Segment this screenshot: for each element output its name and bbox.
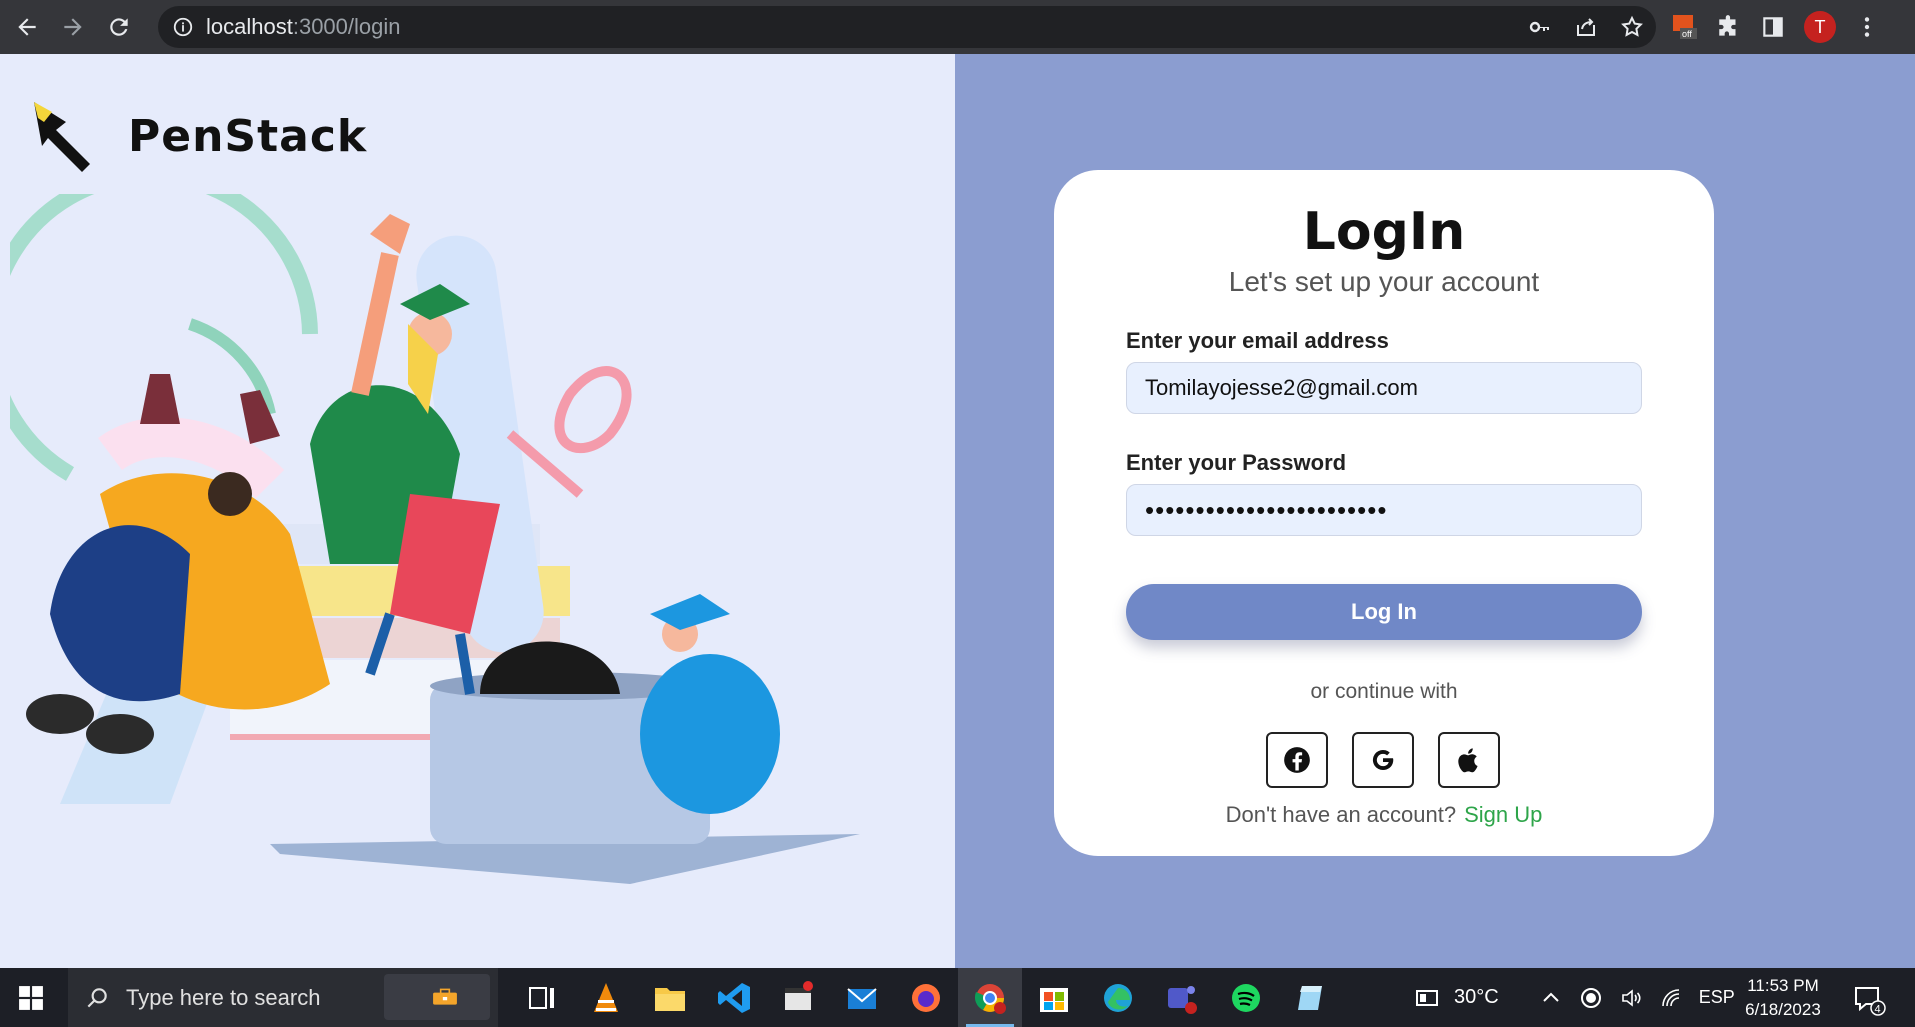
email-label: Enter your email address <box>1126 328 1389 353</box>
notes-icon <box>1298 985 1322 1010</box>
signup-link[interactable]: Sign Up <box>1464 802 1542 827</box>
windows-taskbar: Type here to search 30°C ESP 11:53 PM 6/… <box>0 968 1915 1027</box>
taskbar-search[interactable]: Type here to search <box>68 968 498 1027</box>
facebook-login-button[interactable] <box>1266 732 1328 788</box>
notification-icon[interactable]: 4 <box>1852 982 1886 1016</box>
store-icon <box>1040 987 1068 1012</box>
page-title: LogIn <box>1302 202 1466 262</box>
chrome-icon <box>974 983 1006 1014</box>
folder-icon <box>655 987 685 1011</box>
spotify-icon <box>1232 983 1260 1012</box>
login-card: LogIn Let's set up your account Enter yo… <box>1054 170 1714 856</box>
clock-date: 6/18/2023 <box>1745 1000 1821 1019</box>
edge-app[interactable] <box>1086 968 1150 1027</box>
svg-text:off: off <box>1682 29 1692 39</box>
clapperboard-icon <box>785 980 813 1010</box>
firefox-icon <box>912 983 940 1012</box>
wifi-button[interactable] <box>1659 986 1683 1010</box>
graduation-illustration <box>10 194 860 884</box>
signup-row: Don't have an account? Sign Up <box>1054 802 1714 828</box>
key-icon[interactable] <box>1528 15 1552 39</box>
briefcase-icon <box>433 988 457 1005</box>
tray-overflow-button[interactable] <box>1539 986 1563 1010</box>
share-icon[interactable] <box>1574 15 1598 39</box>
file-explorer-app[interactable] <box>638 968 702 1027</box>
google-icon <box>1372 749 1394 771</box>
vscode-icon <box>718 982 750 1013</box>
google-login-button[interactable] <box>1352 732 1414 788</box>
extensions-puzzle-icon[interactable] <box>1716 14 1742 40</box>
social-login-buttons <box>1266 732 1500 788</box>
spotify-app[interactable] <box>1214 968 1278 1027</box>
penstack-logo-icon <box>34 102 90 172</box>
speaker-icon <box>1621 988 1641 1007</box>
notes-app[interactable] <box>1278 968 1342 1027</box>
chevron-up-icon <box>1542 992 1559 1002</box>
extension-off-icon[interactable]: off <box>1672 14 1698 40</box>
record-button[interactable] <box>1579 986 1603 1010</box>
logo-text: PenStack <box>128 110 368 162</box>
site-info-icon[interactable] <box>172 16 194 38</box>
edge-icon <box>1104 983 1132 1012</box>
search-icon <box>87 987 107 1007</box>
forward-button[interactable] <box>54 8 92 46</box>
no-account-text: Don't have an account? <box>1225 802 1457 827</box>
notification-count: 4 <box>1875 1004 1881 1016</box>
continue-with-text: or continue with <box>1310 680 1458 703</box>
vlc-app[interactable] <box>574 968 638 1027</box>
email-field[interactable]: Tomilayojesse2@gmail.com <box>1126 362 1642 414</box>
password-field[interactable]: •••••••••••••••••••••••• <box>1126 484 1642 536</box>
teams-icon <box>1168 985 1197 1014</box>
weather-temp: 30°C <box>1454 986 1499 1008</box>
volume-button[interactable] <box>1619 986 1643 1010</box>
weather-widget[interactable]: 30°C <box>1410 986 1499 1010</box>
mail-app[interactable] <box>830 968 894 1027</box>
start-button[interactable] <box>0 968 62 1027</box>
arrow-left-icon <box>18 18 36 36</box>
url-text: localhost:3000/login <box>206 14 401 39</box>
search-placeholder: Type here to search <box>126 984 321 1010</box>
clock[interactable]: 11:53 PM 6/18/2023 <box>1728 974 1838 1022</box>
clock-time: 11:53 PM <box>1747 976 1819 995</box>
wifi-icon <box>1661 988 1679 1006</box>
mail-icon <box>847 987 877 1009</box>
firefox-app[interactable] <box>894 968 958 1027</box>
profile-avatar[interactable]: T <box>1804 11 1836 43</box>
illustration-panel: PenStack <box>0 54 955 968</box>
login-button[interactable]: Log In <box>1126 584 1642 640</box>
windows-logo-icon <box>19 985 43 1010</box>
task-view-button[interactable] <box>510 968 574 1027</box>
chrome-app[interactable] <box>958 968 1022 1027</box>
system-tray: 30°C ESP <box>1410 968 1751 1027</box>
reload-icon <box>110 18 128 36</box>
search-highlight[interactable] <box>384 974 490 1020</box>
page-subtitle: Let's set up your account <box>1228 266 1540 297</box>
record-icon <box>1580 987 1601 1008</box>
side-panel-icon[interactable] <box>1760 14 1786 40</box>
vlc-icon <box>594 982 618 1012</box>
brand-logo[interactable]: PenStack <box>30 94 367 178</box>
media-app[interactable] <box>766 968 830 1027</box>
browser-toolbar: localhost:3000/login off T <box>0 0 1915 54</box>
kebab-menu-icon[interactable] <box>1854 14 1880 40</box>
task-view-icon <box>529 986 554 1009</box>
bookmark-star-icon[interactable] <box>1620 15 1644 39</box>
microsoft-store-app[interactable] <box>1022 968 1086 1027</box>
taskbar-apps <box>510 968 1342 1027</box>
arrow-right-icon <box>64 18 82 36</box>
vscode-app[interactable] <box>702 968 766 1027</box>
facebook-icon <box>1284 747 1310 773</box>
back-button[interactable] <box>8 8 46 46</box>
news-weather-icon <box>1416 989 1438 1006</box>
password-label: Enter your Password <box>1126 450 1347 475</box>
teams-app[interactable] <box>1150 968 1214 1027</box>
apple-login-button[interactable] <box>1438 732 1500 788</box>
apple-icon <box>1458 748 1478 773</box>
login-page: PenStack LogIn Let's set up your account… <box>0 54 1915 968</box>
reload-button[interactable] <box>100 8 138 46</box>
address-bar[interactable]: localhost:3000/login <box>158 6 1656 48</box>
